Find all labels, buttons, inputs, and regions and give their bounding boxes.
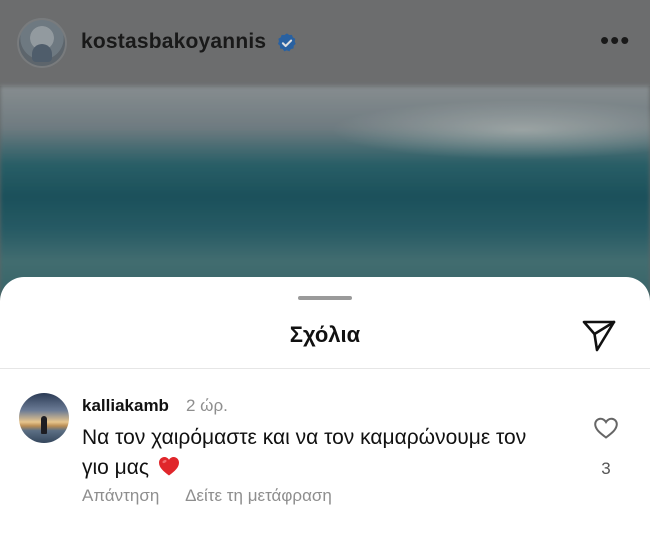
- sheet-divider: [0, 368, 650, 369]
- comment-text: Να τον χαιρόμαστε και να τον καμαρώνουμε…: [82, 426, 527, 479]
- comment-body: Να τον χαιρόμαστε και να τον καμαρώνουμε…: [82, 423, 552, 483]
- comment-timestamp: 2 ώρ.: [186, 396, 228, 415]
- heart-outline-icon[interactable]: [593, 416, 619, 440]
- reply-button[interactable]: Απάντηση: [82, 486, 159, 505]
- like-count: 3: [601, 459, 611, 478]
- comments-sheet: Σχόλια kalliakamb 2 ώρ. Να τον χαιρόμαστ…: [0, 277, 650, 548]
- red-heart-emoji-icon: [158, 457, 179, 476]
- avatar-silhouette: [41, 416, 47, 434]
- sheet-drag-handle[interactable]: [298, 296, 352, 300]
- sheet-title: Σχόλια: [289, 322, 361, 347]
- comment-actions: Απάντηση Δείτε τη μετάφραση: [82, 486, 354, 506]
- comment-author-avatar[interactable]: [19, 393, 69, 443]
- send-icon[interactable]: [580, 317, 618, 353]
- see-translation-button[interactable]: Δείτε τη μετάφραση: [185, 486, 332, 505]
- overlay-dim[interactable]: [0, 0, 650, 316]
- comment-username[interactable]: kalliakamb: [82, 396, 169, 416]
